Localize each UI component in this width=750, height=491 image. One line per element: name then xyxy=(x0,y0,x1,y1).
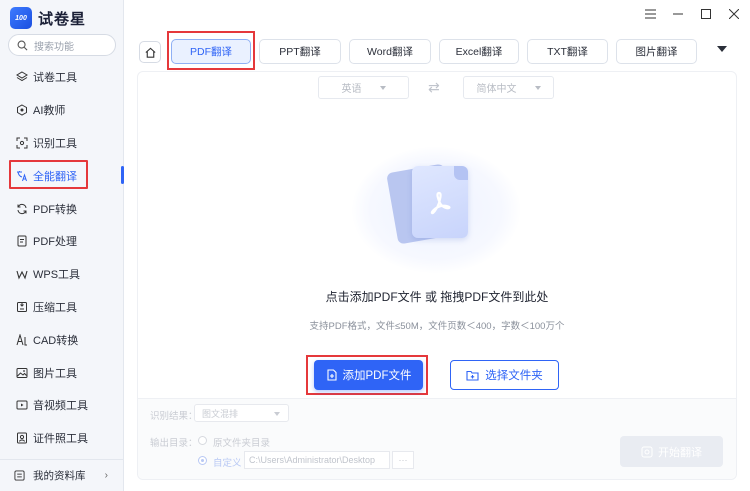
sidebar-item-label: 证件照工具 xyxy=(33,433,88,446)
layers-icon xyxy=(16,71,28,83)
close-button[interactable] xyxy=(726,6,742,22)
chevron-down-icon xyxy=(274,412,280,416)
id-photo-icon xyxy=(16,432,28,444)
sidebar-item-image[interactable]: 图片工具 xyxy=(0,356,124,389)
target-language-select[interactable]: 简体中文 xyxy=(463,76,554,99)
media-icon xyxy=(16,399,28,411)
sidebar-item-label: 压缩工具 xyxy=(33,301,77,314)
chevron-down-icon xyxy=(534,85,541,90)
sidebar-item-label: 识别工具 xyxy=(33,137,77,150)
sidebar-item-cad[interactable]: CAD转换 xyxy=(0,323,124,356)
add-pdf-button[interactable]: 添加PDF文件 xyxy=(314,360,423,390)
more-tabs-icon[interactable] xyxy=(717,46,727,52)
custom-dir-radio[interactable] xyxy=(198,456,207,465)
menu-icon xyxy=(14,470,25,481)
library-label: 我的资料库 xyxy=(33,470,86,482)
search-placeholder: 搜索功能 xyxy=(34,41,74,53)
pdf-process-icon xyxy=(16,235,28,247)
highlight-box xyxy=(9,160,88,190)
sidebar-item-library[interactable]: 我的资料库 › xyxy=(0,459,124,491)
sidebar-item-label: 图片工具 xyxy=(33,367,77,380)
image-icon xyxy=(16,367,28,379)
add-pdf-label: 添加PDF文件 xyxy=(342,370,412,382)
sidebar-item-pdf-convert[interactable]: PDF转换 xyxy=(0,192,124,225)
tab-ppt-translate[interactable]: PPT翻译 xyxy=(259,39,341,64)
chevron-right-icon: › xyxy=(104,470,108,481)
active-indicator xyxy=(121,166,124,185)
sidebar-item-compress[interactable]: 压缩工具 xyxy=(0,291,124,324)
maximize-button[interactable] xyxy=(698,6,714,22)
result-label: 识别结果： xyxy=(150,411,198,422)
sidebar-item-media[interactable]: 音视频工具 xyxy=(0,389,124,422)
swap-language-icon[interactable]: ⇄ xyxy=(428,79,440,96)
tab-excel-translate[interactable]: Excel翻译 xyxy=(439,39,519,64)
minimize-button[interactable] xyxy=(670,6,686,22)
translate-icon xyxy=(641,446,653,457)
select-folder-label: 选择文件夹 xyxy=(485,370,543,382)
tab-pdf-translate[interactable]: PDF翻译 xyxy=(171,39,251,64)
sidebar-item-label: PDF转换 xyxy=(33,203,77,216)
app-name: 试卷星 xyxy=(38,10,87,28)
tab-word-translate[interactable]: Word翻译 xyxy=(349,39,431,64)
compress-icon xyxy=(16,301,28,313)
sidebar-item-label: WPS工具 xyxy=(33,269,81,282)
source-language-value: 英语 xyxy=(341,84,362,95)
result-value: 图文混排 xyxy=(202,408,239,419)
target-language-value: 简体中文 xyxy=(476,84,517,95)
tab-txt-translate[interactable]: TXT翻译 xyxy=(527,39,608,64)
custom-dir-label: 自定义 xyxy=(213,458,242,469)
logo-badge: 100 xyxy=(10,7,32,29)
start-translate-label: 开始翻译 xyxy=(658,446,702,459)
sidebar-item-ai-teacher[interactable]: AI教师 xyxy=(0,94,124,127)
sidebar-item-recognition[interactable]: 识别工具 xyxy=(0,127,124,160)
select-folder-button[interactable]: 选择文件夹 xyxy=(450,360,559,390)
chevron-down-icon xyxy=(379,85,386,90)
drop-title: 点击添加PDF文件 或 拖拽PDF文件到此处 xyxy=(325,290,549,304)
result-select[interactable]: 图文混排 xyxy=(194,404,289,422)
sidebar-item-label: 试卷工具 xyxy=(33,72,77,85)
folder-add-icon xyxy=(466,370,479,381)
sidebar-item-pdf-process[interactable]: PDF处理 xyxy=(0,225,124,258)
source-dir-radio[interactable] xyxy=(198,436,207,445)
sidebar-item-label: CAD转换 xyxy=(33,334,79,347)
drop-subtitle: 支持PDF格式，文件≤50M，文件页数＜400，字数＜100万个 xyxy=(309,321,565,332)
window-controls xyxy=(642,6,742,22)
sidebar-item-id-photo[interactable]: 证件照工具 xyxy=(0,422,124,455)
sidebar: 100 试卷星 搜索功能 试卷工具 AI教师 识别工具 全能翻译 PDF转换 P… xyxy=(0,0,124,491)
source-language-select[interactable]: 英语 xyxy=(318,76,409,99)
home-icon xyxy=(144,47,156,58)
home-button[interactable] xyxy=(139,41,161,63)
source-dir-label: 原文件夹目录 xyxy=(213,438,271,449)
start-translate-button[interactable]: 开始翻译 xyxy=(620,436,723,467)
file-fold xyxy=(454,166,468,180)
output-dir-label: 输出目录： xyxy=(150,438,198,449)
sidebar-nav: 试卷工具 AI教师 识别工具 全能翻译 PDF转换 PDF处理 WPS工具 压缩… xyxy=(0,61,124,455)
browse-button[interactable]: ··· xyxy=(392,451,414,469)
app-logo: 100 试卷星 xyxy=(10,6,86,30)
search-icon xyxy=(17,40,28,50)
pdf-file-icon xyxy=(412,166,468,238)
search-input[interactable]: 搜索功能 xyxy=(8,34,116,56)
menu-button[interactable] xyxy=(642,6,658,22)
tab-image-translate[interactable]: 图片翻译 xyxy=(616,39,697,64)
scan-icon xyxy=(16,137,28,149)
add-file-icon xyxy=(326,369,337,381)
acrobat-icon xyxy=(430,191,451,215)
ai-teacher-icon xyxy=(16,104,28,116)
sidebar-item-label: 音视频工具 xyxy=(33,400,88,413)
sidebar-item-wps[interactable]: WPS工具 xyxy=(0,258,124,291)
sidebar-item-label: PDF处理 xyxy=(33,236,77,249)
convert-icon xyxy=(16,203,28,215)
output-path-field[interactable]: C:\Users\Administrator\Desktop xyxy=(244,451,390,469)
wps-icon xyxy=(16,268,28,280)
sidebar-item-label: AI教师 xyxy=(33,105,66,118)
sidebar-item-exam-tools[interactable]: 试卷工具 xyxy=(0,61,124,94)
sidebar-item-translate[interactable]: 全能翻译 xyxy=(0,159,124,192)
cad-icon xyxy=(16,333,28,346)
